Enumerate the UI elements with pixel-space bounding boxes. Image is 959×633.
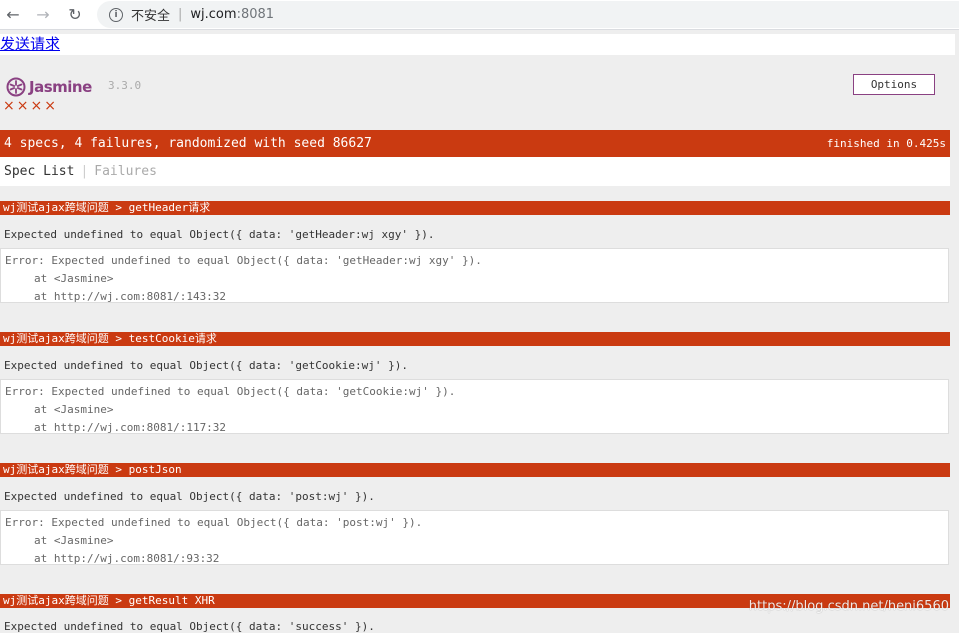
results-tabs: Spec List | Failures [0,157,950,186]
failure-spec-header[interactable]: wj测试ajax跨域问题 > postJson [0,463,950,477]
tab-failures[interactable]: Failures [94,164,157,179]
info-icon[interactable]: i [109,7,123,22]
insecure-label[interactable]: 不安全 [131,5,170,24]
page-top-area: 发送请求 [0,34,955,55]
stack-line: at http://wj.com:8081/:117:32 [34,421,227,434]
tab-separator: | [80,164,89,179]
failure-spec-header[interactable]: wj测试ajax跨域问题 > testCookie请求 [0,332,950,346]
tab-spec-list[interactable]: Spec List [4,164,74,179]
stack-line: Error: Expected undefined to equal Objec… [5,385,456,398]
reload-icon[interactable]: ↻ [65,4,85,24]
failure-marks: ×××× [3,98,58,114]
failure-message: Expected undefined to equal Object({ dat… [4,228,435,241]
failure-message: Expected undefined to equal Object({ dat… [4,359,408,372]
stack-line: at http://wj.com:8081/:143:32 [34,290,227,303]
stack-line: Error: Expected undefined to equal Objec… [5,254,482,267]
summary-text: 4 specs, 4 failures, randomized with see… [4,136,372,151]
stack-line: Error: Expected undefined to equal Objec… [5,516,423,529]
back-arrow-icon[interactable]: ← [3,4,23,24]
watermark: https://blog.csdn.net/heni6560 [748,599,949,614]
send-request-link[interactable]: 发送请求 [0,34,60,54]
browser-toolbar: ← → ↻ i 不安全 | wj.com:8081 [0,0,959,30]
jasmine-version: 3.3.0 [108,79,142,92]
summary-bar: 4 specs, 4 failures, randomized with see… [0,130,950,157]
failure-spec-header[interactable]: wj测试ajax跨域问题 > getHeader请求 [0,201,950,215]
stack-line: at <Jasmine> [34,403,114,416]
jasmine-logo-text: Jasmine [29,78,92,96]
stack-line: at <Jasmine> [34,534,114,547]
stack-line: at <Jasmine> [34,272,114,285]
forward-arrow-icon[interactable]: → [33,4,53,24]
address-bar[interactable]: i 不安全 | wj.com:8081 [97,1,959,28]
options-button[interactable]: Options [853,74,935,95]
url-port: :8081 [236,7,275,22]
stack-trace: Error: Expected undefined to equal Objec… [0,248,949,303]
url-host: wj.com [190,7,237,22]
finished-time: finished in 0.425s [826,137,946,150]
jasmine-banner: Jasmine [6,76,92,98]
stack-line: at http://wj.com:8081/:93:32 [34,552,220,565]
address-separator: | [178,7,183,22]
failure-message: Expected undefined to equal Object({ dat… [4,490,375,503]
stack-trace: Error: Expected undefined to equal Objec… [0,379,949,434]
jasmine-logo-icon [6,77,26,97]
stack-trace: Error: Expected undefined to equal Objec… [0,510,949,565]
